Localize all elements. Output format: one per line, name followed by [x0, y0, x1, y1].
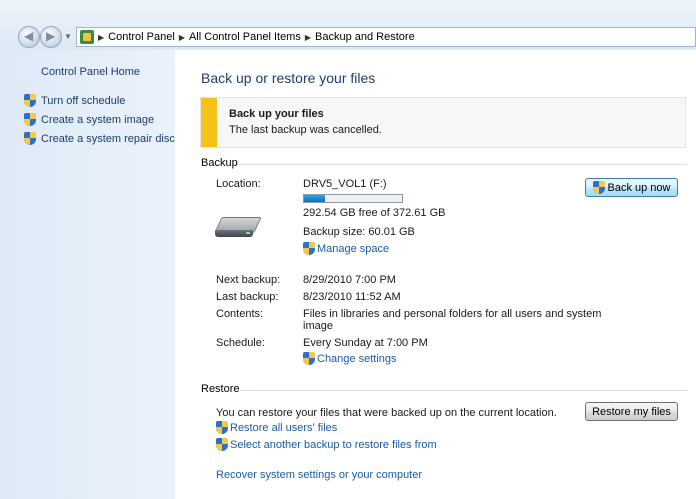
control-panel-home-link[interactable]: Control Panel Home — [41, 66, 140, 78]
uac-shield-icon — [24, 113, 36, 126]
change-settings-link[interactable]: Change settings — [303, 352, 397, 365]
uac-shield-icon — [216, 438, 228, 451]
breadcrumb-all-items[interactable]: All Control Panel Items — [189, 31, 301, 43]
select-another-backup-link[interactable]: Select another backup to restore files f… — [216, 438, 437, 451]
schedule-value: Every Sunday at 7:00 PM — [303, 337, 428, 349]
task-turn-off-schedule[interactable]: Turn off schedule — [24, 94, 125, 107]
recent-pages-dropdown-icon[interactable]: ▼ — [64, 32, 72, 41]
uac-shield-icon — [24, 94, 36, 107]
breadcrumb-control-panel[interactable]: Control Panel — [108, 31, 175, 43]
chevron-right-icon[interactable]: ▶ — [305, 33, 311, 42]
change-settings-label: Change settings — [317, 352, 397, 365]
breadcrumb-backup-restore[interactable]: Backup and Restore — [315, 31, 415, 43]
section-divider — [237, 164, 687, 165]
recover-system-link[interactable]: Recover system settings or your computer — [216, 469, 422, 481]
restore-description: You can restore your files that were bac… — [216, 407, 557, 419]
contents-value-line1: Files in libraries and personal folders … — [303, 308, 602, 320]
back-up-now-button[interactable]: Back up now — [585, 178, 678, 197]
task-create-system-image[interactable]: Create a system image — [24, 113, 154, 126]
task-create-repair-disc[interactable]: Create a system repair disc — [24, 132, 175, 145]
back-button[interactable]: ◀ — [18, 26, 40, 48]
manage-space-link[interactable]: Manage space — [303, 242, 389, 255]
forward-button[interactable]: ▶ — [40, 26, 62, 48]
restore-all-users-label: Restore all users' files — [230, 421, 338, 434]
backup-size-text: Backup size: 60.01 GB — [303, 226, 415, 238]
free-space-text: 292.54 GB free of 372.61 GB — [303, 207, 446, 219]
left-pane: Control Panel Home Turn off schedule Cre… — [0, 50, 175, 499]
notice-accent-bar — [201, 98, 217, 147]
chevron-right-icon[interactable]: ▶ — [98, 33, 104, 42]
breadcrumb[interactable]: ▶ Control Panel ▶ All Control Panel Item… — [76, 27, 696, 47]
control-panel-icon — [80, 30, 94, 44]
uac-shield-icon — [303, 352, 315, 365]
backup-section-label: Backup — [201, 157, 238, 169]
schedule-label: Schedule: — [216, 337, 265, 349]
contents-value-line2: image — [303, 320, 333, 332]
notice-title: Back up your files — [229, 108, 324, 120]
uac-shield-icon — [216, 421, 228, 434]
address-bar: ◀ ▶ ▼ ▶ Control Panel ▶ All Control Pane… — [0, 0, 696, 50]
restore-all-users-link[interactable]: Restore all users' files — [216, 421, 337, 434]
uac-shield-icon — [592, 181, 605, 194]
last-backup-value: 8/23/2010 11:52 AM — [303, 291, 401, 303]
section-divider — [241, 390, 687, 391]
restore-my-files-button[interactable]: Restore my files — [585, 402, 678, 421]
next-backup-label: Next backup: — [216, 274, 281, 286]
task-label: Create a system image — [41, 113, 155, 126]
hard-drive-icon — [214, 217, 262, 239]
restore-my-files-label: Restore my files — [592, 405, 671, 418]
chevron-right-icon[interactable]: ▶ — [179, 33, 185, 42]
forward-arrow-icon: ▶ — [46, 29, 56, 43]
back-up-now-label: Back up now — [607, 181, 671, 194]
back-arrow-icon: ◀ — [24, 29, 34, 43]
disk-usage-fill — [304, 195, 325, 202]
contents-label: Contents: — [216, 308, 264, 320]
disk-usage-bar — [303, 194, 403, 203]
page-title: Back up or restore your files — [201, 70, 376, 86]
task-label: Turn off schedule — [41, 94, 126, 107]
last-backup-label: Last backup: — [216, 291, 279, 303]
location-value: DRV5_VOL1 (F:) — [303, 178, 387, 190]
main-content: Back up or restore your files Back up yo… — [175, 50, 696, 499]
uac-shield-icon — [303, 242, 315, 255]
manage-space-label: Manage space — [317, 242, 390, 255]
location-label: Location: — [216, 178, 261, 190]
notice-box: Back up your files The last backup was c… — [200, 97, 686, 148]
task-label: Create a system repair disc — [41, 132, 175, 145]
uac-shield-icon — [24, 132, 36, 145]
restore-section-label: Restore — [201, 383, 240, 395]
next-backup-value: 8/29/2010 7:00 PM — [303, 274, 396, 286]
notice-text: The last backup was cancelled. — [229, 124, 382, 136]
select-another-backup-label: Select another backup to restore files f… — [230, 438, 437, 451]
